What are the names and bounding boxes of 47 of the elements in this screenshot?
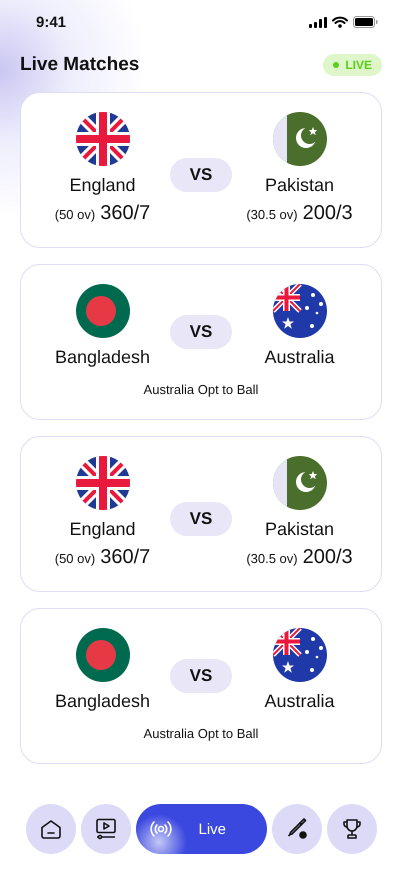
team-name: Australia — [264, 347, 335, 368]
team-score: 200/3 — [302, 202, 353, 225]
team-name: Pakistan — [264, 519, 334, 540]
overs-count: (30.5 ov) — [246, 551, 298, 566]
team-name: Pakistan — [264, 175, 334, 196]
flag-icon — [76, 284, 130, 338]
flag-icon — [76, 456, 130, 510]
cricket-tab[interactable] — [272, 804, 322, 854]
team-name: Bangladesh — [54, 691, 150, 712]
page-title: Live Matches — [20, 54, 140, 76]
match-card[interactable]: Bangladesh VS Australia Australia Opt to Ball — [20, 264, 382, 420]
toss-result: Australia Opt to Ball — [142, 382, 260, 397]
overs-count: (30.5 ov) — [246, 207, 298, 222]
status-time: 9:41 — [36, 14, 66, 30]
team-score: 360/7 — [100, 202, 150, 225]
wifi-icon — [332, 16, 348, 28]
home-icon — [38, 817, 62, 841]
live-tab[interactable]: Live — [136, 804, 266, 854]
flag-icon — [76, 112, 130, 166]
video-icon — [94, 817, 118, 841]
overs-count: (50 ov) — [54, 207, 96, 222]
versus-label: VS — [170, 315, 232, 349]
toss-result: Australia Opt to Ball — [142, 726, 260, 741]
flag-icon — [272, 456, 326, 510]
battery-icon — [353, 16, 378, 28]
team-name: England — [69, 519, 136, 540]
team-name: England — [69, 175, 136, 196]
live-label: LIVE — [345, 58, 372, 72]
flag-icon — [272, 628, 326, 682]
match-card[interactable]: England (50 ov) 360/7 VS Pakistan (30.5 ov) 200/3 — [20, 436, 382, 592]
team-score: 200/3 — [302, 546, 353, 569]
flag-icon — [76, 628, 130, 682]
overs-count: (50 ov) — [54, 551, 96, 566]
home-tab[interactable] — [26, 804, 76, 854]
team-name: Bangladesh — [54, 347, 150, 368]
match-card[interactable]: Bangladesh VS Australia Australia Opt to Ball — [20, 608, 382, 764]
video-tab[interactable] — [80, 804, 130, 854]
versus-label: VS — [170, 502, 232, 536]
versus-label: VS — [170, 158, 232, 192]
team-score: 360/7 — [100, 546, 150, 569]
versus-label: VS — [170, 659, 232, 693]
match-card[interactable]: England (50 ov) 360/7 VS Pakistan (30.5 ov) 200/3 — [20, 92, 382, 248]
signal-icon — [309, 16, 327, 28]
trophy-tab[interactable] — [326, 804, 376, 854]
team-name: Australia — [264, 691, 335, 712]
flag-icon — [272, 112, 326, 166]
flag-icon — [272, 284, 326, 338]
